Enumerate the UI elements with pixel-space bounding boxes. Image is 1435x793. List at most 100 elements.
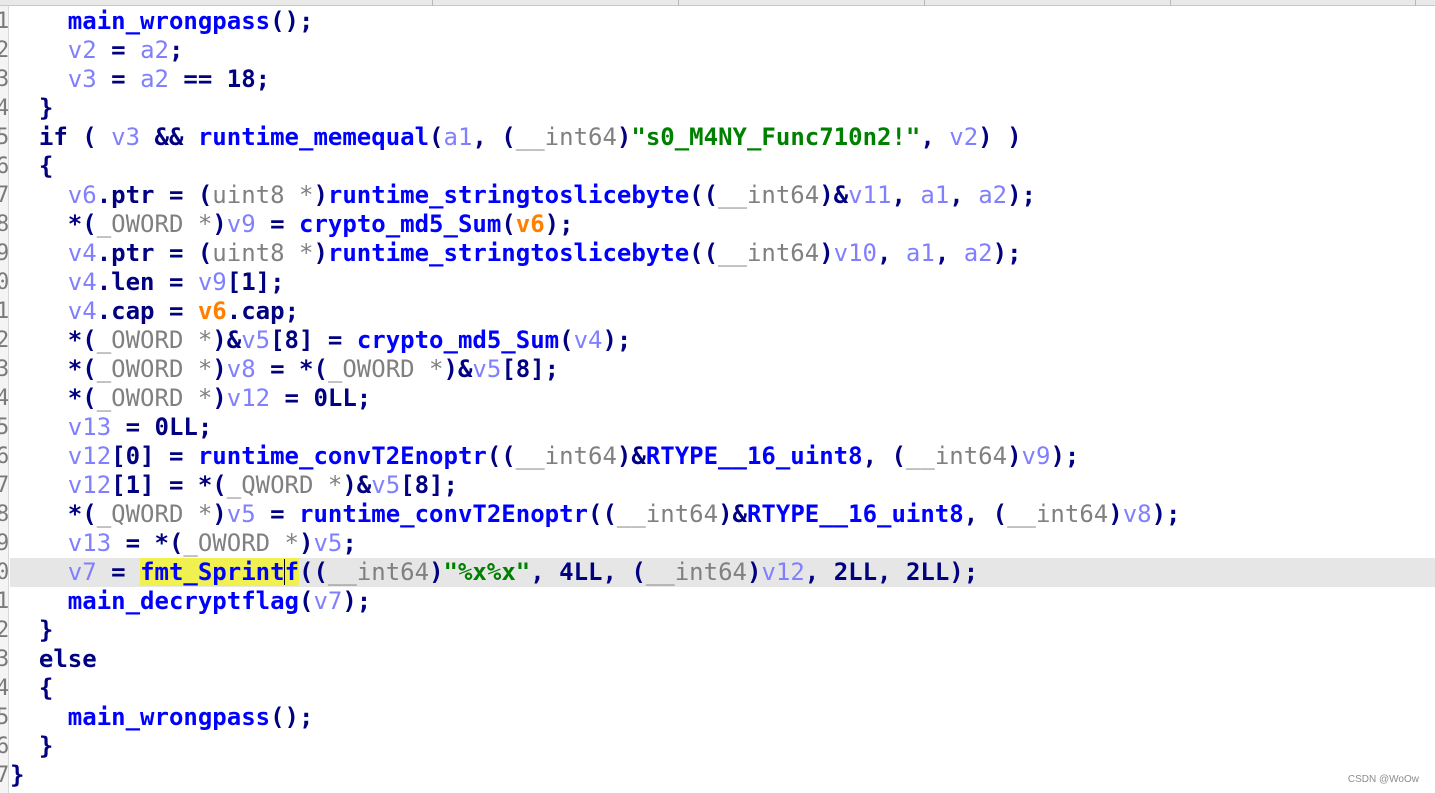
variable-name[interactable]: a2 [140,65,169,93]
highlighted-identifier[interactable]: fmt_Sprint [140,558,285,586]
variable-name[interactable]: v5 [371,471,400,499]
function-name[interactable]: crypto_md5_Sum [357,326,559,354]
variable-name[interactable]: a1 [920,181,949,209]
variable-name[interactable]: v12 [227,384,270,412]
variable-name[interactable]: v11 [848,181,891,209]
code-line[interactable]: v13 = 0LL; [10,413,1435,442]
code-line[interactable]: else [10,645,1435,674]
code-line[interactable]: v4.len = v9[1]; [10,268,1435,297]
variable-name[interactable]: v9 [227,210,256,238]
function-name[interactable]: main_wrongpass [68,7,270,35]
code-punctuation: ); [342,587,372,615]
variable-name[interactable]: v12 [68,471,111,499]
variable-name[interactable]: v3 [68,65,97,93]
function-name[interactable]: main_decryptflag [68,587,299,615]
function-name[interactable]: runtime_memequal [198,123,429,151]
type-cast: _OWORD * [327,355,444,383]
code-line[interactable]: { [10,152,1435,181]
code-punctuation: , [891,181,921,209]
variable-name[interactable]: a2 [978,181,1007,209]
code-line[interactable]: } [10,761,1435,790]
code-line[interactable]: v12[0] = runtime_convT2Enoptr((__int64)&… [10,442,1435,471]
code-line[interactable]: } [10,732,1435,761]
variable-name[interactable]: v12 [761,558,804,586]
type-cast: __int64 [327,558,430,586]
variable-name[interactable]: v4 [68,239,97,267]
code-line[interactable]: *(_OWORD *)&v5[8] = crypto_md5_Sum(v4); [10,326,1435,355]
function-name[interactable]: runtime_stringtoslicebyte [328,181,689,209]
function-name[interactable]: RTYPE__16_uint8 [646,442,863,470]
code-line[interactable]: v3 = a2 == 18; [10,65,1435,94]
function-name[interactable]: runtime_convT2Enoptr [198,442,487,470]
variable-name[interactable]: a2 [140,36,169,64]
variable-name[interactable]: v4 [68,268,97,296]
code-line[interactable]: { [10,674,1435,703]
code-line-current[interactable]: v7 = fmt_Sprintf((__int64)"%x%x", 4LL, (… [10,558,1435,587]
variable-name[interactable]: v8 [1123,500,1152,528]
code-line[interactable]: if ( v3 && runtime_memequal(a1, (__int64… [10,123,1435,152]
code-punctuation: .ptr = ( [96,181,213,209]
function-name[interactable]: runtime_stringtoslicebyte [328,239,689,267]
code-line[interactable]: *(_OWORD *)v9 = crypto_md5_Sum(v6); [10,210,1435,239]
variable-name[interactable]: v2 [68,36,97,64]
variable-name[interactable]: v5 [472,355,501,383]
variable-name[interactable]: v13 [68,529,111,557]
variable-name[interactable]: v6 [68,181,97,209]
variable-name[interactable]: v4 [68,297,97,325]
variable-name[interactable]: v7 [313,587,342,615]
code-line[interactable]: *(_OWORD *)v12 = 0LL; [10,384,1435,413]
code-line[interactable]: *(_OWORD *)v8 = *(_OWORD *)&v5[8]; [10,355,1435,384]
code-line[interactable]: } [10,616,1435,645]
code-punctuation: } [38,616,54,644]
variable-name[interactable]: v2 [949,123,978,151]
code-punctuation: .cap = [96,297,198,325]
variable-name[interactable]: v5 [241,326,270,354]
variable-name[interactable]: v10 [834,239,877,267]
code-line[interactable]: v2 = a2; [10,36,1435,65]
variable-name[interactable]: v4 [574,326,603,354]
code-punctuation: && [140,123,198,151]
type-cast: __int64 [616,500,719,528]
type-cast: _QWORD * [96,500,213,528]
code-punctuation: ; [168,36,184,64]
code-punctuation: ) [313,181,328,209]
code-punctuation: ) [1007,442,1022,470]
function-name[interactable]: RTYPE__16_uint8 [747,500,964,528]
variable-name[interactable]: v9 [1022,442,1051,470]
code-line[interactable]: main_decryptflag(v7); [10,587,1435,616]
variable-name[interactable]: v9 [198,268,227,296]
code-line[interactable]: main_wrongpass(); [10,703,1435,732]
modified-variable-name[interactable]: v6 [198,297,227,325]
variable-name[interactable]: v7 [68,558,97,586]
variable-name[interactable]: v3 [111,123,140,151]
code-punctuation: ) [746,558,762,586]
variable-name[interactable]: v5 [227,500,256,528]
variable-name[interactable]: a2 [964,239,993,267]
code-line[interactable]: *(_QWORD *)v5 = runtime_convT2Enoptr((__… [10,500,1435,529]
variable-name[interactable]: v13 [68,413,111,441]
code-line[interactable]: } [10,94,1435,123]
pseudocode-editor[interactable]: main_wrongpass(); v2 = a2; v3 = a2 == 18… [10,7,1435,793]
code-punctuation: *( [67,384,97,412]
function-name[interactable]: crypto_md5_Sum [299,210,501,238]
variable-name[interactable]: v12 [68,442,111,470]
function-name[interactable]: main_wrongpass [68,703,270,731]
code-line[interactable]: v4.ptr = (uint8 *)runtime_stringtosliceb… [10,239,1435,268]
highlighted-identifier[interactable]: f [284,558,300,586]
modified-variable-name[interactable]: v6 [516,210,545,238]
code-line[interactable]: v12[1] = *(_QWORD *)&v5[8]; [10,471,1435,500]
code-line[interactable]: v4.cap = v6.cap; [10,297,1435,326]
code-line[interactable]: v13 = *(_OWORD *)v5; [10,529,1435,558]
variable-name[interactable]: a1 [444,123,473,151]
variable-name[interactable]: v8 [227,355,256,383]
variable-name[interactable]: a1 [906,239,935,267]
variable-name[interactable]: v5 [313,529,342,557]
function-name[interactable]: runtime_convT2Enoptr [299,500,588,528]
code-line[interactable]: v6.ptr = (uint8 *)runtime_stringtosliceb… [10,181,1435,210]
code-line[interactable]: main_wrongpass(); [10,7,1435,36]
code-punctuation: { [38,152,54,180]
